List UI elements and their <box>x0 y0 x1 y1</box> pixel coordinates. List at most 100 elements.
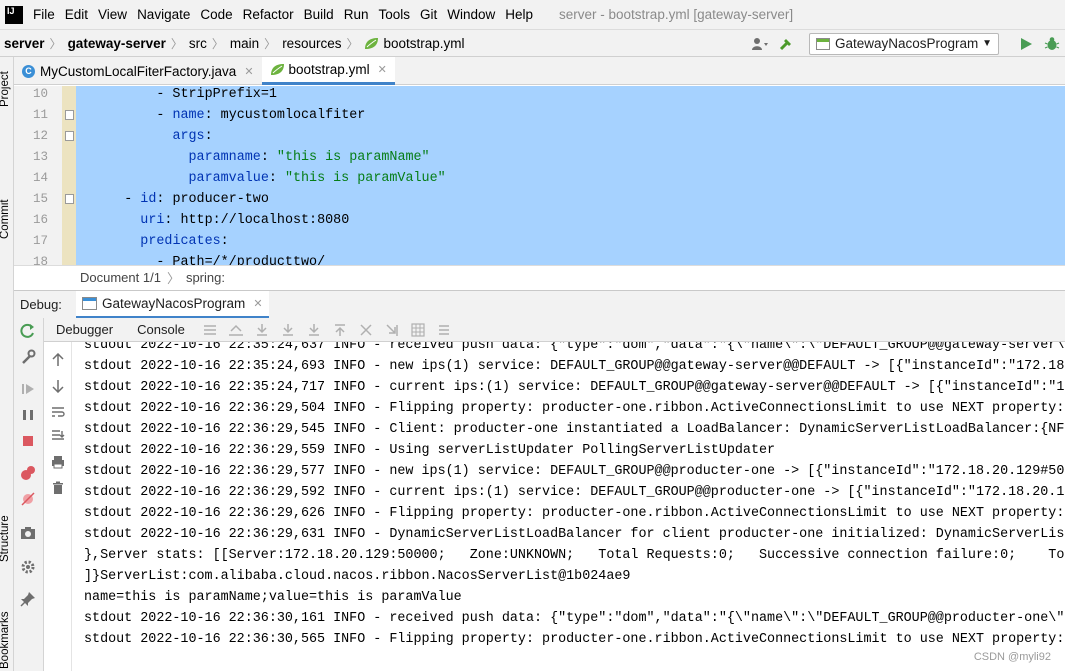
yaml-key: predicates <box>140 234 221 249</box>
editor-tab-label: bootstrap.yml <box>288 62 370 77</box>
menu-window[interactable]: Window <box>443 0 499 29</box>
settings-wrench-icon[interactable] <box>19 348 37 366</box>
yaml-key: id <box>140 192 157 207</box>
structure-tool-button[interactable]: Structure <box>0 515 11 562</box>
yaml-key: paramvalue <box>188 171 269 186</box>
scroll-to-end-icon[interactable] <box>50 428 66 444</box>
code-token: : http://localhost:8080 <box>164 213 350 228</box>
run-configuration-dropdown[interactable]: GatewayNacosProgram ▼ <box>809 32 999 55</box>
project-tool-button[interactable]: Project <box>0 71 11 107</box>
menu-git[interactable]: Git <box>416 0 441 29</box>
close-icon[interactable]: ✕ <box>378 63 387 76</box>
mute-breakpoints-icon[interactable] <box>19 490 37 508</box>
breadcrumb-main[interactable]: main <box>226 36 262 51</box>
force-step-into-icon[interactable] <box>306 322 322 338</box>
editor-tab-java[interactable]: C MyCustomLocalFiterFactory.java ✕ <box>14 57 262 85</box>
code-text: args: <box>76 126 212 147</box>
menu-file[interactable]: File <box>29 0 59 29</box>
close-icon[interactable]: ✕ <box>244 65 253 78</box>
menu-help[interactable]: Help <box>501 0 537 29</box>
console-toolbar <box>44 342 72 671</box>
yaml-file-icon <box>270 64 284 75</box>
menu-run[interactable]: Run <box>340 0 373 29</box>
breadcrumb-src[interactable]: src <box>185 36 210 51</box>
debug-session-tab[interactable]: GatewayNacosProgram ✕ <box>76 290 269 319</box>
run-icon[interactable] <box>1016 34 1036 54</box>
console-output[interactable]: stdout 2022-10-16 22:35:24,637 INFO - re… <box>72 342 1065 671</box>
menu-refactor[interactable]: Refactor <box>239 0 298 29</box>
bookmarks-tool-button[interactable]: Bookmarks <box>0 611 11 669</box>
code-line[interactable]: 10 - StripPrefix=1 <box>14 86 1065 105</box>
code-line[interactable]: 12 args: <box>14 126 1065 147</box>
code-line[interactable]: 11 - name: mycustomlocalfiter <box>14 105 1065 126</box>
menu-edit[interactable]: Edit <box>61 0 92 29</box>
pause-icon[interactable] <box>19 406 37 424</box>
code-editor[interactable]: 10 - StripPrefix=1 11 - name: mycustomloc… <box>14 86 1065 265</box>
arrow-up-icon[interactable] <box>50 352 66 368</box>
menu-bar: IJ File Edit View Navigate Code Refactor… <box>0 0 1065 29</box>
code-text: - id: producer-two <box>76 189 269 210</box>
trace-icon[interactable] <box>436 322 452 338</box>
yaml-key: name <box>172 108 205 123</box>
tab-debugger[interactable]: Debugger <box>44 322 125 337</box>
debug-bug-icon[interactable] <box>1042 34 1062 54</box>
line-number: 14 <box>32 171 48 185</box>
menu-view[interactable]: View <box>94 0 131 29</box>
user-icon[interactable] <box>750 34 770 54</box>
menu-code[interactable]: Code <box>196 0 236 29</box>
commit-tool-button[interactable]: Commit <box>0 199 11 239</box>
gear-icon[interactable] <box>19 558 37 576</box>
code-line[interactable]: 18 - Path=/*/producttwo/ <box>14 252 1065 265</box>
rerun-icon[interactable] <box>19 322 37 340</box>
editor-tab-label: MyCustomLocalFiterFactory.java <box>40 63 237 79</box>
menu-navigate[interactable]: Navigate <box>133 0 194 29</box>
navigation-bar: server 〉 gateway-server 〉 src 〉 main 〉 r… <box>0 29 1065 57</box>
step-into-icon[interactable] <box>280 322 296 338</box>
fold-marker-icon[interactable] <box>65 110 74 120</box>
code-text: - Path=/*/producttwo/ <box>76 252 325 265</box>
print-icon[interactable] <box>50 454 66 470</box>
build-hammer-icon[interactable] <box>776 34 796 54</box>
camera-icon[interactable] <box>19 524 37 542</box>
menu-build[interactable]: Build <box>300 0 338 29</box>
breadcrumb-module[interactable]: gateway-server <box>64 36 169 51</box>
code-line[interactable]: 17 predicates: <box>14 231 1065 252</box>
yaml-path-crumb[interactable]: spring: <box>186 270 225 285</box>
run-to-cursor-icon[interactable] <box>384 322 400 338</box>
drop-frame-icon[interactable] <box>358 322 374 338</box>
step-out-icon[interactable] <box>332 322 348 338</box>
code-line[interactable]: 13 paramname: "this is paramName" <box>14 147 1065 168</box>
editor-tab-yaml[interactable]: bootstrap.yml ✕ <box>261 57 395 85</box>
document-indicator: Document 1/1 <box>80 270 161 285</box>
debug-tool-window-header: Debug: GatewayNacosProgram ✕ <box>14 290 1065 319</box>
evaluate-expression-icon[interactable] <box>410 322 426 338</box>
line-number: 16 <box>32 213 48 227</box>
close-icon[interactable]: ✕ <box>253 297 262 310</box>
menu-tools[interactable]: Tools <box>374 0 414 29</box>
tab-console[interactable]: Console <box>125 322 197 337</box>
breadcrumb-resources[interactable]: resources <box>278 36 344 51</box>
menu-lines-icon[interactable] <box>202 322 218 338</box>
resume-icon[interactable] <box>19 380 37 398</box>
step-over-icon[interactable] <box>254 322 270 338</box>
console-line: },Server stats: [[Server:172.18.20.129:5… <box>84 548 1065 563</box>
breadcrumb-file[interactable]: bootstrap.yml <box>360 36 467 51</box>
fold-marker-icon[interactable] <box>65 131 74 141</box>
show-execution-point-icon[interactable] <box>228 322 244 338</box>
stop-icon[interactable] <box>19 432 37 450</box>
code-token: - Path=/*/producttwo/ <box>156 255 326 265</box>
pin-icon[interactable] <box>19 590 37 608</box>
arrow-down-icon[interactable] <box>50 378 66 394</box>
trash-icon[interactable] <box>50 480 66 496</box>
breadcrumb-project[interactable]: server <box>0 36 48 51</box>
code-token: - <box>156 108 173 123</box>
code-token: : <box>260 150 277 165</box>
code-line[interactable]: 14 paramvalue: "this is paramValue" <box>14 168 1065 189</box>
soft-wrap-icon[interactable] <box>50 404 66 420</box>
breadcrumb-separator: 〉 <box>211 36 224 51</box>
code-line[interactable]: 16 uri: http://localhost:8080 <box>14 210 1065 231</box>
code-line[interactable]: 15 - id: producer-two <box>14 189 1065 210</box>
breadcrumb-separator: 〉 <box>170 36 183 51</box>
view-breakpoints-icon[interactable] <box>19 464 37 482</box>
fold-marker-icon[interactable] <box>65 194 74 204</box>
